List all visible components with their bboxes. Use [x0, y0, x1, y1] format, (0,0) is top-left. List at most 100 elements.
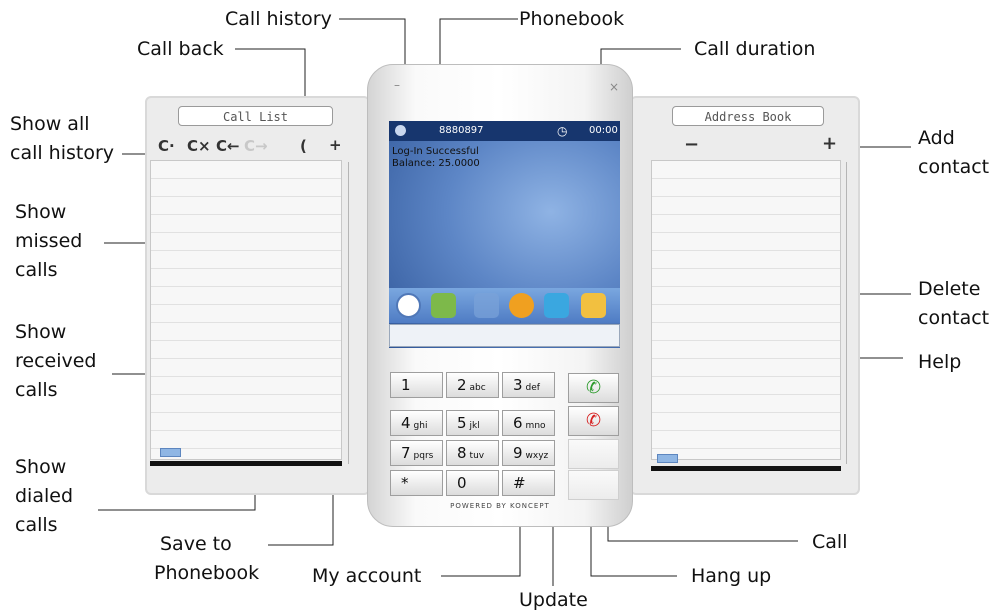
key-9[interactable]: 9 wxyz [502, 440, 555, 466]
label-text: Show [15, 201, 67, 223]
label-text: Show all [10, 113, 90, 135]
timer-icon: ◷ [557, 124, 568, 138]
show-all-calls-icon[interactable]: C· [158, 138, 175, 154]
call-duration: 00:00 [589, 125, 618, 136]
key-digit: 0 [457, 474, 467, 492]
label-text: Call duration [694, 38, 816, 60]
key-digit: # [513, 474, 526, 492]
label-help: Help [918, 348, 961, 377]
minimize-button[interactable]: – [394, 77, 400, 93]
call-history-icon[interactable] [396, 293, 421, 318]
label-text: calls [15, 259, 58, 281]
call-button[interactable]: ✆ [568, 373, 619, 403]
key-letters: tuv [469, 451, 485, 461]
key-letters: mno [525, 421, 546, 431]
label-save-to-phonebook: Save to Phonebook [154, 530, 259, 588]
key-2[interactable]: 2 abc [446, 372, 499, 398]
label-text: Phonebook [519, 8, 625, 30]
label-text: Update [519, 589, 588, 611]
my-account-icon[interactable] [474, 293, 499, 318]
screen-info-field [389, 324, 620, 347]
key-star[interactable]: * [390, 470, 443, 496]
key-digit: 2 [457, 376, 467, 394]
label-text: Help [918, 351, 962, 373]
label-text: Show [15, 456, 67, 478]
address-book-vertical-scrollbar[interactable] [846, 162, 847, 464]
label-text: Save to [160, 533, 232, 555]
call-back-icon[interactable]: ( [300, 138, 307, 154]
my-account-tool-icon[interactable] [509, 293, 534, 318]
key-digit: * [401, 474, 409, 492]
label-text: contact [918, 307, 990, 329]
key-digit: 7 [401, 444, 411, 462]
key-3[interactable]: 3 def [502, 372, 555, 398]
label-add-contact: Add contact [918, 124, 989, 182]
key-hash[interactable]: # [502, 470, 555, 496]
label-text: call history [10, 142, 115, 164]
close-button[interactable]: × [609, 79, 619, 95]
call-list[interactable] [150, 160, 342, 460]
label-text: received [15, 350, 97, 372]
key-letters: jkl [469, 421, 480, 431]
key-letters: abc [469, 383, 486, 393]
hang-up-icon: ✆ [585, 410, 602, 431]
phone-screen: 8880897 ◷ 00:00 Log-In Successful Balanc… [389, 121, 620, 348]
add-contact-button[interactable]: + [822, 135, 837, 153]
call-icon: ✆ [585, 377, 602, 398]
key-digit: 8 [457, 444, 467, 462]
address-book-title: Address Book [672, 106, 824, 126]
received-calls-icon[interactable]: C← [216, 138, 240, 154]
key-7[interactable]: 7 pqrs [390, 440, 443, 466]
call-list-scroll-thumb[interactable] [160, 448, 181, 457]
key-digit: 5 [457, 414, 467, 432]
hang-up-button[interactable]: ✆ [568, 406, 619, 436]
label-text: Call [812, 531, 848, 553]
label-text: calls [15, 379, 58, 401]
label-text: calls [15, 514, 58, 536]
label-text: Add [918, 127, 955, 149]
key-letters: ghi [413, 421, 428, 431]
label-hang-up: Hang up [691, 562, 771, 591]
label-text: Delete [918, 278, 981, 300]
help-icon[interactable] [581, 293, 606, 318]
key-1[interactable]: 1 [390, 372, 443, 398]
phonebook-icon[interactable] [431, 293, 456, 318]
save-to-phonebook-icon[interactable]: + [329, 137, 342, 153]
key-digit: 4 [401, 414, 411, 432]
key-letters: wxyz [525, 451, 549, 461]
label-text: Call back [137, 38, 224, 60]
update-icon[interactable] [544, 293, 569, 318]
label-show-missed-calls: Show missed calls [15, 198, 82, 285]
screen-dock [389, 288, 620, 323]
label-text: dialed [15, 485, 74, 507]
address-book-list[interactable] [651, 160, 841, 460]
label-text: My account [312, 565, 422, 587]
label-text: Call history [225, 8, 332, 30]
dialed-calls-icon[interactable]: C→ [244, 138, 268, 154]
key-digit: 6 [513, 414, 523, 432]
key-digit: 1 [401, 376, 411, 394]
key-6[interactable]: 6 mno [502, 410, 555, 436]
label-update: Update [519, 586, 588, 615]
key-letters: def [525, 383, 540, 393]
call-list-vertical-scrollbar[interactable] [348, 162, 349, 464]
powered-by-label: POWERED BY KONCEPT [450, 502, 550, 510]
phone-extra-key-1[interactable] [568, 439, 619, 469]
address-book-scroll-thumb[interactable] [657, 454, 678, 463]
key-5[interactable]: 5 jkl [446, 410, 499, 436]
call-list-horizontal-scrollbar[interactable] [150, 461, 342, 466]
label-text: Show [15, 321, 67, 343]
missed-calls-icon[interactable]: C× [187, 138, 211, 154]
label-call: Call [812, 528, 847, 557]
phone-extra-key-2[interactable] [568, 470, 619, 500]
address-book-horizontal-scrollbar[interactable] [651, 466, 841, 471]
label-text: Phonebook [154, 562, 260, 584]
account-balance: Balance: 25.0000 [392, 158, 480, 169]
login-status: Log-In Successful [392, 146, 479, 157]
screen-status-bar: 8880897 ◷ 00:00 [389, 121, 620, 141]
key-4[interactable]: 4 ghi [390, 410, 443, 436]
delete-contact-button[interactable]: − [684, 136, 699, 154]
key-8[interactable]: 8 tuv [446, 440, 499, 466]
label-my-account: My account [312, 562, 421, 591]
key-0[interactable]: 0 [446, 470, 499, 496]
